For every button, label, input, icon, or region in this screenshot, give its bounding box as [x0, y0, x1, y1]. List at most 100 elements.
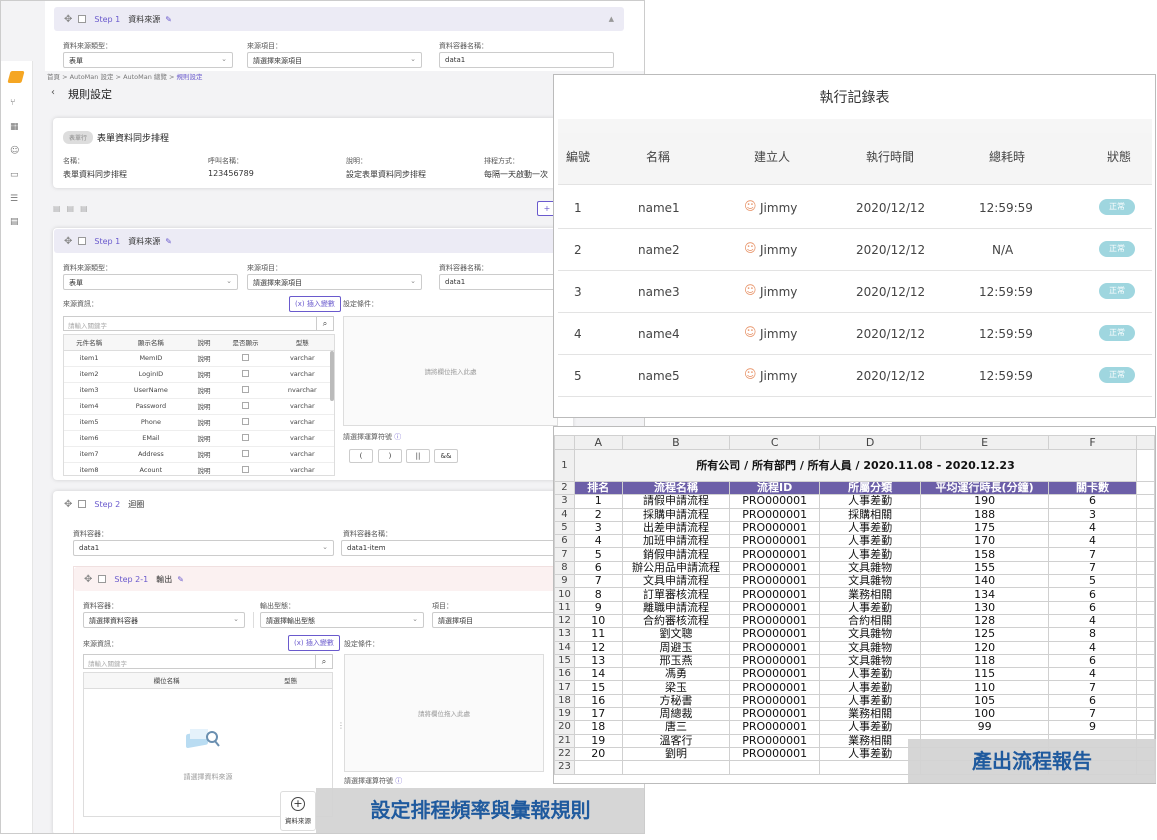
table-cell[interactable]: PRO000001 [729, 680, 821, 695]
table-cell[interactable]: 辦公用品申請流程 [621, 560, 731, 576]
table-cell[interactable]: 8 [1047, 627, 1138, 642]
table-cell[interactable]: 合約相關 [819, 613, 922, 629]
table-cell[interactable]: 方秘書 [621, 693, 731, 709]
table-cell[interactable]: PRO000001 [729, 534, 821, 549]
table-cell[interactable]: 6 [1047, 600, 1138, 615]
column-letter[interactable]: A [573, 435, 623, 450]
table-cell[interactable]: 3 [573, 520, 623, 536]
table-cell[interactable]: 採購相關 [819, 507, 922, 522]
table-cell[interactable]: 12 [573, 640, 623, 655]
table-cell[interactable]: 7 [573, 574, 623, 589]
type-select[interactable]: 表單 ⌄ [63, 52, 233, 68]
table-cell[interactable]: 劉文聰 [621, 627, 731, 642]
table-cell[interactable]: 16 [573, 693, 623, 709]
table-cell[interactable]: 158 [920, 547, 1049, 562]
table-cell[interactable]: 文具雜物 [819, 640, 922, 655]
breadcrumb-item[interactable]: AutoMan 總覽 [123, 73, 167, 81]
table-cell[interactable]: 11 [573, 627, 623, 642]
edit-icon[interactable]: ✎ [177, 575, 184, 584]
table-cell[interactable]: 9 [1047, 720, 1138, 735]
table-cell[interactable]: 115 [920, 667, 1049, 682]
drag-handle-icon[interactable]: ✥ [64, 499, 72, 510]
table-cell[interactable]: 4 [1047, 667, 1138, 682]
table-row[interactable]: item5 Phone 說明 varchar [64, 414, 334, 431]
show-checkbox-cell[interactable] [220, 430, 271, 447]
show-checkbox[interactable] [241, 465, 249, 473]
table-cell[interactable]: 邢玉燕 [621, 653, 731, 669]
table-cell[interactable]: 唐三 [621, 720, 731, 735]
table-cell[interactable]: 155 [920, 560, 1049, 576]
table-cell[interactable]: PRO000001 [729, 574, 821, 589]
table-cell[interactable]: PRO000001 [729, 746, 821, 762]
condition-dropzone[interactable]: 請將欄位拖入此處 [344, 654, 544, 772]
table-cell[interactable]: 合約審核流程 [621, 613, 731, 629]
source-item-select[interactable]: 請選擇來源項目 ⌄ [247, 274, 422, 290]
step-checkbox[interactable] [78, 500, 87, 508]
output-container-select[interactable]: 請選擇資料容器 ⌄ [83, 612, 245, 628]
table-cell[interactable]: 1 [573, 494, 623, 509]
table-cell[interactable]: 8 [573, 587, 623, 602]
table-cell[interactable]: 出差申請流程 [621, 520, 731, 536]
show-checkbox-cell[interactable] [220, 366, 271, 383]
table-cell[interactable]: PRO000001 [729, 733, 821, 748]
source-type-select[interactable]: 表單 ⌄ [63, 274, 238, 290]
table-cell[interactable]: 請假申請流程 [621, 494, 731, 509]
table-cell[interactable]: 人事差勤 [819, 667, 922, 682]
table-cell[interactable]: 人事差勤 [819, 693, 922, 709]
keyword-search-input[interactable]: 請輸入關鍵字 ⌕ [83, 654, 333, 669]
table-row[interactable]: item2 LoginID 說明 varchar [64, 366, 334, 383]
table-cell[interactable]: 人事差勤 [819, 520, 922, 536]
table-cell[interactable]: 9 [573, 600, 623, 615]
table-cell[interactable]: 110 [920, 680, 1049, 695]
table-cell[interactable]: 3 [1047, 507, 1138, 522]
table-row[interactable]: item8 Acount 說明 varchar [64, 462, 334, 475]
table-cell[interactable]: 170 [920, 534, 1049, 549]
back-icon[interactable]: ‹ [51, 87, 55, 98]
log-row[interactable]: 5 name5 ☺ Jimmy 2020/12/12 12:59:59 正常 [558, 355, 1152, 397]
loop-container-select[interactable]: data1 ⌄ [73, 540, 334, 556]
table-cell[interactable]: PRO000001 [729, 520, 821, 536]
chart-icon[interactable]: ▤ [10, 217, 19, 227]
table-cell[interactable]: 140 [920, 574, 1049, 589]
table-cell[interactable]: 6 [1047, 587, 1138, 602]
table-cell[interactable]: 4 [1047, 613, 1138, 629]
table-cell[interactable]: 105 [920, 693, 1049, 709]
table-cell[interactable]: PRO000001 [729, 653, 821, 669]
toolbar-icons[interactable]: ▤▤▤ [53, 204, 94, 213]
table-cell[interactable]: PRO000001 [729, 547, 821, 562]
table-cell[interactable]: 5 [573, 547, 623, 562]
table-cell[interactable]: 馮勇 [621, 667, 731, 682]
show-checkbox[interactable] [241, 433, 249, 441]
table-cell[interactable]: 7 [1047, 680, 1138, 695]
insert-variable-button[interactable]: (x) 插入變數 [288, 635, 340, 651]
table-cell[interactable]: PRO000001 [729, 600, 821, 615]
table-cell[interactable]: 4 [1047, 640, 1138, 655]
table-cell[interactable]: 134 [920, 587, 1049, 602]
condition-dropzone[interactable]: 請將欄位拖入此處 [343, 316, 558, 426]
table-cell[interactable]: 15 [573, 680, 623, 695]
insert-variable-button[interactable]: (x) 插入變數 [289, 296, 341, 312]
table-cell[interactable]: 業務相關 [819, 733, 922, 748]
table-cell[interactable]: 文具申請流程 [621, 574, 731, 589]
table-cell[interactable]: 188 [920, 507, 1049, 522]
table-cell[interactable]: 文具雜物 [819, 627, 922, 642]
drag-handle-icon[interactable]: ✥ [64, 236, 72, 247]
table-cell[interactable]: 6 [1047, 653, 1138, 669]
table-cell[interactable]: 20 [573, 746, 623, 762]
table-cell[interactable]: PRO000001 [729, 667, 821, 682]
step1-header[interactable]: ✥ Step 1 資料來源 ✎ [54, 229, 572, 253]
table-cell[interactable]: 2 [573, 507, 623, 522]
table-cell[interactable]: PRO000001 [729, 627, 821, 642]
table-cell[interactable]: 128 [920, 613, 1049, 629]
column-letter[interactable]: D [819, 435, 922, 450]
table-cell[interactable]: 5 [1047, 574, 1138, 589]
table-cell[interactable]: 加班申請流程 [621, 534, 731, 549]
step-checkbox[interactable] [78, 237, 87, 245]
table-row[interactable]: item7 Address 說明 varchar [64, 446, 334, 463]
table-cell[interactable]: 7 [1047, 560, 1138, 576]
container-input[interactable]: data1 [439, 52, 614, 68]
table-cell[interactable]: 業務相關 [819, 707, 922, 722]
list-icon[interactable]: ☰ [10, 194, 18, 204]
drag-handle-icon[interactable]: ✥ [64, 14, 72, 25]
table-cell[interactable]: PRO000001 [729, 640, 821, 655]
